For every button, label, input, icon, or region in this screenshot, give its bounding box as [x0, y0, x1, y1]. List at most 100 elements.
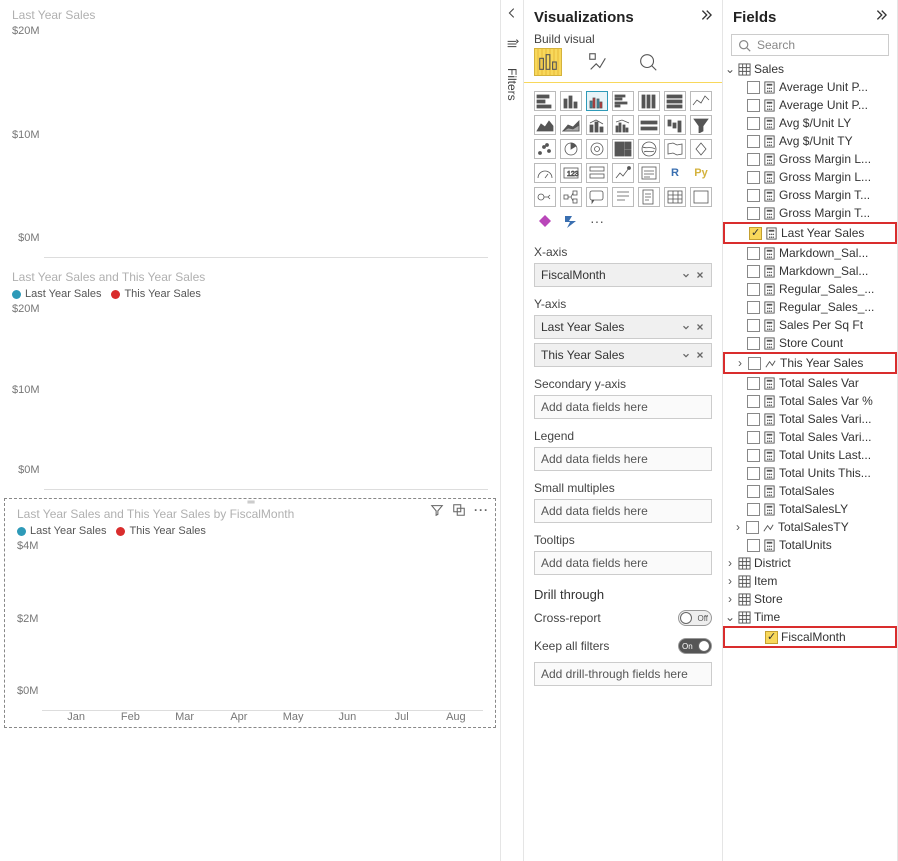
azure-map-icon[interactable]	[690, 139, 712, 159]
donut-icon[interactable]	[586, 139, 608, 159]
table-district[interactable]: ›District	[723, 554, 897, 572]
table-item[interactable]: ›Item	[723, 572, 897, 590]
field-item[interactable]: TotalUnits	[723, 536, 897, 554]
powerapps-icon[interactable]	[534, 211, 556, 231]
y-axis-well-field-0[interactable]: Last Year Sales	[534, 315, 712, 339]
treemap-icon[interactable]	[612, 139, 634, 159]
checkbox[interactable]	[747, 171, 760, 184]
field-item[interactable]: Avg $/Unit LY	[723, 114, 897, 132]
paginated-report-icon[interactable]	[638, 187, 660, 207]
table-store[interactable]: ›Store	[723, 590, 897, 608]
checkbox[interactable]	[747, 485, 760, 498]
drag-handle-icon[interactable]: ═	[230, 497, 270, 503]
field-item[interactable]: Markdown_Sal...	[723, 244, 897, 262]
key-influencers-icon[interactable]	[534, 187, 556, 207]
decomposition-tree-icon[interactable]	[560, 187, 582, 207]
visual-ly-ty-sales[interactable]: Last Year Sales and This Year Sales Last…	[0, 262, 500, 494]
field-item[interactable]: Total Units This...	[723, 464, 897, 482]
filled-map-icon[interactable]	[664, 139, 686, 159]
gauge-icon[interactable]	[534, 163, 556, 183]
r-visual-icon[interactable]: R	[664, 163, 686, 183]
visual-last-year-sales[interactable]: Last Year Sales $20M$10M$0M	[0, 0, 500, 262]
py-visual-icon[interactable]: Py	[690, 163, 712, 183]
smart-narrative-icon[interactable]	[612, 187, 634, 207]
field-item[interactable]: Gross Margin T...	[723, 186, 897, 204]
field-item[interactable]: Gross Margin L...	[723, 150, 897, 168]
visual-ly-ty-by-fiscalmonth[interactable]: ═ ··· Last Year Sales and This Year Sale…	[4, 498, 496, 728]
checkbox[interactable]	[747, 319, 760, 332]
checkbox[interactable]	[747, 247, 760, 260]
drill-through-well[interactable]: Add drill-through fields here	[534, 662, 712, 686]
waterfall-icon[interactable]	[664, 115, 686, 135]
field-item[interactable]: Total Sales Vari...	[723, 410, 897, 428]
table-icon[interactable]	[664, 187, 686, 207]
field-item[interactable]: ›TotalSalesTY	[723, 518, 897, 536]
caret-icon[interactable]: ›	[725, 594, 735, 604]
caret-icon[interactable]: ›	[735, 358, 745, 368]
ribbon-chart-icon[interactable]	[638, 115, 660, 135]
checkbox[interactable]	[747, 117, 760, 130]
field-item[interactable]: Gross Margin L...	[723, 168, 897, 186]
line-chart-icon[interactable]	[690, 91, 712, 111]
field-item[interactable]: Store Count	[723, 334, 897, 352]
funnel-icon[interactable]	[690, 115, 712, 135]
kpi-icon[interactable]	[612, 163, 634, 183]
clustered-column-icon[interactable]	[586, 91, 608, 111]
keep-all-filters-toggle[interactable]: On	[678, 638, 712, 654]
caret-icon[interactable]: ›	[725, 576, 735, 586]
collapse-right-icon[interactable]	[698, 8, 712, 26]
checkbox[interactable]	[747, 135, 760, 148]
legend-well[interactable]: Add data fields here	[534, 447, 712, 471]
checkbox[interactable]	[747, 189, 760, 202]
checkbox[interactable]	[747, 449, 760, 462]
field-item[interactable]: Regular_Sales_...	[723, 280, 897, 298]
field-item[interactable]: Average Unit P...	[723, 96, 897, 114]
checkbox[interactable]	[747, 207, 760, 220]
filters-pane-collapsed[interactable]: Filters	[500, 0, 524, 861]
field-item[interactable]: Avg $/Unit TY	[723, 132, 897, 150]
multi-row-card-icon[interactable]	[586, 163, 608, 183]
field-item[interactable]: Regular_Sales_...	[723, 298, 897, 316]
secondary-y-well[interactable]: Add data fields here	[534, 395, 712, 419]
small-multiples-well[interactable]: Add data fields here	[534, 499, 712, 523]
checkbox[interactable]	[747, 265, 760, 278]
field-item[interactable]: Average Unit P...	[723, 78, 897, 96]
more-options-icon[interactable]: ···	[474, 503, 489, 520]
pie-icon[interactable]	[560, 139, 582, 159]
slicer-icon[interactable]	[638, 163, 660, 183]
checkbox[interactable]	[747, 283, 760, 296]
area-chart-icon[interactable]	[534, 115, 556, 135]
caret-icon[interactable]: ⌄	[725, 612, 735, 622]
caret-icon[interactable]: ⌄	[725, 64, 735, 74]
field-item[interactable]: TotalSales	[723, 482, 897, 500]
clustered-bar-icon[interactable]	[612, 91, 634, 111]
y-axis-well-field-1[interactable]: This Year Sales	[534, 343, 712, 367]
field-item[interactable]: Gross Margin T...	[723, 204, 897, 222]
focus-mode-icon[interactable]	[452, 503, 466, 520]
checkbox[interactable]	[765, 631, 778, 644]
checkbox[interactable]	[747, 503, 760, 516]
tooltips-well[interactable]: Add data fields here	[534, 551, 712, 575]
field-item[interactable]: Markdown_Sal...	[723, 262, 897, 280]
stacked-column-100-icon[interactable]	[638, 91, 660, 111]
stacked-bar-100-icon[interactable]	[664, 91, 686, 111]
checkbox[interactable]	[747, 413, 760, 426]
checkbox[interactable]	[747, 337, 760, 350]
checkbox[interactable]	[747, 467, 760, 480]
field-item[interactable]: TotalSalesLY	[723, 500, 897, 518]
checkbox[interactable]	[747, 395, 760, 408]
power-automate-icon[interactable]	[560, 211, 582, 231]
filter-icon[interactable]	[430, 503, 444, 520]
card-icon[interactable]: 123	[560, 163, 582, 183]
stacked-column-icon[interactable]	[560, 91, 582, 111]
cross-report-toggle[interactable]: Off	[678, 610, 712, 626]
expand-left-icon[interactable]	[505, 6, 519, 23]
analytics-tab[interactable]	[634, 48, 662, 76]
checkbox[interactable]	[747, 153, 760, 166]
collapse-right-icon[interactable]	[873, 8, 887, 26]
field-item[interactable]: Total Sales Vari...	[723, 428, 897, 446]
checkbox[interactable]	[748, 357, 761, 370]
field-item[interactable]: ›This Year Sales	[723, 352, 897, 374]
field-item[interactable]: Total Sales Var %	[723, 392, 897, 410]
map-icon[interactable]	[638, 139, 660, 159]
